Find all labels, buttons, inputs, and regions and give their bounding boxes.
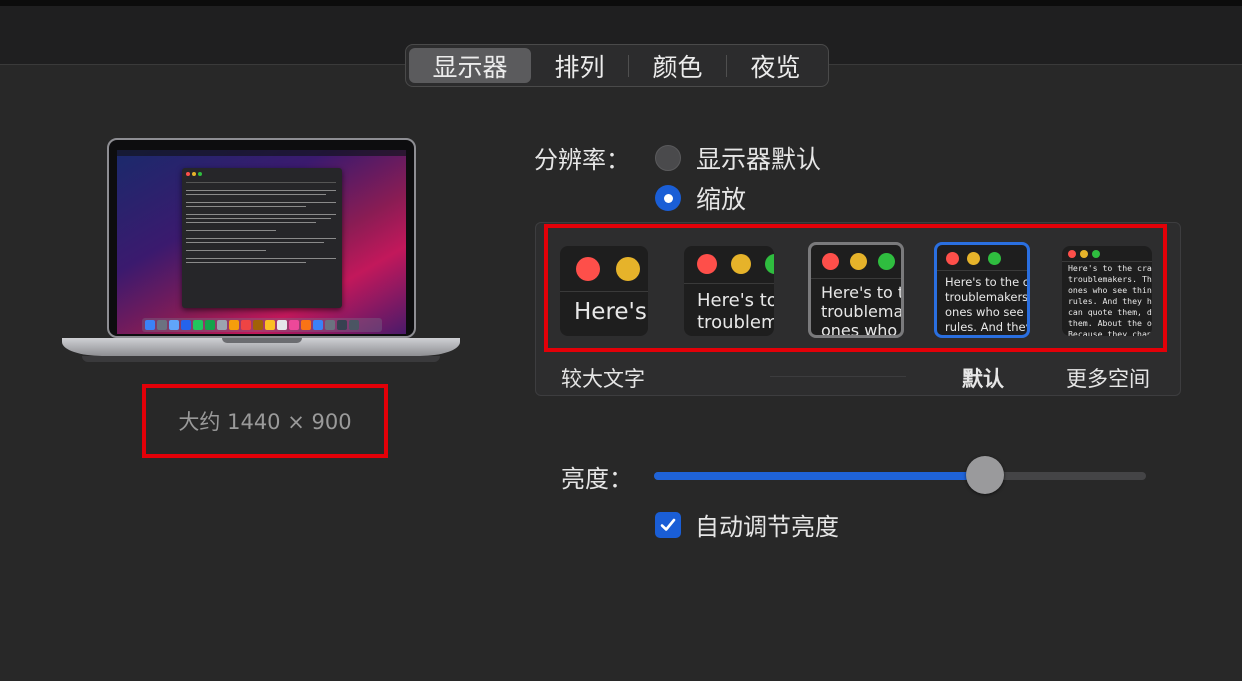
radio-default-for-display[interactable]: 显示器默认 — [655, 140, 821, 176]
brightness-slider-fill — [654, 472, 985, 480]
brightness-slider-thumb[interactable] — [965, 456, 1004, 494]
resolution-size-label: 大约 1440 × 900 — [142, 384, 388, 458]
label-larger-text: 较大文字 — [561, 367, 645, 391]
brightness-label: 亮度： — [561, 465, 633, 493]
tab-display[interactable]: 显示器 — [409, 48, 531, 83]
radio-button-selected[interactable] — [655, 185, 681, 211]
radio-button[interactable] — [655, 145, 681, 171]
laptop-base — [62, 338, 460, 362]
size-text: 大约 1440 × 900 — [178, 410, 352, 434]
tab-arrangement[interactable]: 排列 — [531, 48, 628, 83]
tab-night-shift[interactable]: 夜览 — [727, 48, 824, 83]
highlight-scale-options — [544, 224, 1167, 352]
screen-menubar — [117, 150, 406, 156]
resolution-label: 分辨率： — [534, 146, 630, 174]
laptop-lid — [107, 138, 416, 338]
radio-scaled[interactable]: 缩放 — [655, 180, 746, 216]
label-default: 默认 — [962, 367, 1004, 391]
segmented-tabs: 显示器 排列 颜色 夜览 — [405, 44, 829, 87]
laptop-screen — [117, 150, 406, 334]
checkmark-icon — [660, 518, 676, 531]
auto-brightness-checkbox-row[interactable]: 自动调节亮度 — [655, 507, 839, 542]
window-top-edge — [0, 0, 1242, 6]
auto-brightness-checkbox[interactable] — [655, 511, 681, 538]
screen-dock — [142, 318, 382, 332]
label-more-space: 更多空间 — [1066, 367, 1150, 391]
tab-color[interactable]: 颜色 — [629, 48, 726, 83]
macbook-illustration — [62, 136, 460, 372]
scale-divider — [770, 376, 906, 377]
screen-document-window — [182, 168, 342, 308]
